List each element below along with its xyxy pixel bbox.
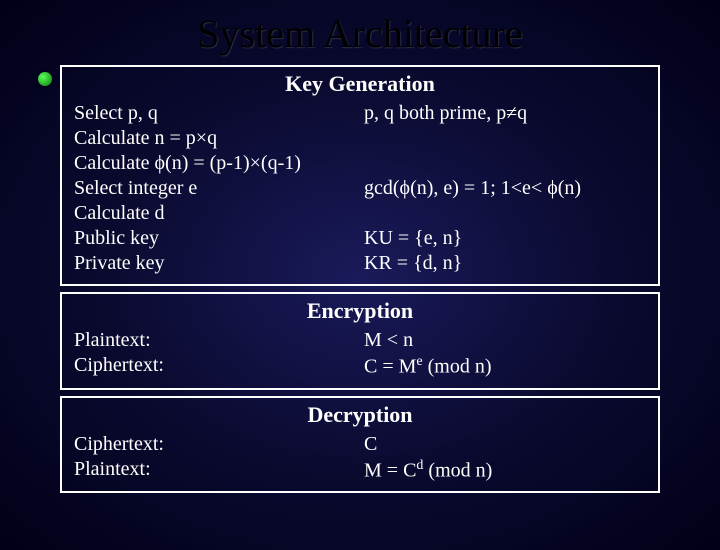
keygen-right: gcd(ϕ(n), e) = 1; 1<e< ϕ(n): [354, 176, 646, 201]
keygen-left: Select integer e: [74, 176, 354, 201]
decryption-left: Ciphertext:: [74, 432, 354, 457]
decryption-right: C: [354, 432, 646, 457]
keygen-left: Select p, q: [74, 101, 354, 126]
keygen-right: KU = {e, n}: [354, 226, 646, 251]
keygen-left: Calculate n = p×q: [74, 126, 354, 151]
keygen-row: Select integer e gcd(ϕ(n), e) = 1; 1<e< …: [74, 176, 646, 201]
keygen-row: Calculate n = p×q: [74, 126, 646, 151]
encryption-row: Plaintext: M < n: [74, 328, 646, 353]
keygen-left: Private key: [74, 251, 354, 276]
keygen-left: Calculate d: [74, 201, 354, 226]
keygen-row: Public key KU = {e, n}: [74, 226, 646, 251]
decryption-box: Decryption Ciphertext: C Plaintext: M = …: [60, 396, 660, 494]
decryption-heading: Decryption: [74, 402, 646, 428]
keygen-heading: Key Generation: [74, 71, 646, 97]
slide-title: System Architecture: [0, 10, 720, 57]
keygen-right: KR = {d, n}: [354, 251, 646, 276]
encryption-right: M < n: [354, 328, 646, 353]
encryption-right: C = Me (mod n): [354, 353, 646, 380]
keygen-row: Select p, q p, q both prime, p≠q: [74, 101, 646, 126]
decryption-left: Plaintext:: [74, 457, 354, 484]
keygen-box: Key Generation Select p, q p, q both pri…: [60, 65, 660, 286]
encryption-left: Plaintext:: [74, 328, 354, 353]
keygen-right: p, q both prime, p≠q: [354, 101, 646, 126]
decryption-right: M = Cd (mod n): [354, 457, 646, 484]
encryption-box: Encryption Plaintext: M < n Ciphertext: …: [60, 292, 660, 390]
decryption-row: Ciphertext: C: [74, 432, 646, 457]
keygen-right: [354, 201, 646, 226]
keygen-row: Private key KR = {d, n}: [74, 251, 646, 276]
encryption-left: Ciphertext:: [74, 353, 354, 380]
keygen-right: [354, 126, 646, 151]
keygen-left: Public key: [74, 226, 354, 251]
encryption-heading: Encryption: [74, 298, 646, 324]
keygen-row: Calculate d: [74, 201, 646, 226]
keygen-left: Calculate ϕ(n) = (p-1)×(q-1): [74, 151, 354, 176]
encryption-row: Ciphertext: C = Me (mod n): [74, 353, 646, 380]
keygen-right: [354, 151, 646, 176]
bullet-icon: [38, 72, 52, 86]
keygen-row: Calculate ϕ(n) = (p-1)×(q-1): [74, 151, 646, 176]
decryption-row: Plaintext: M = Cd (mod n): [74, 457, 646, 484]
slide: System Architecture Key Generation Selec…: [0, 10, 720, 550]
